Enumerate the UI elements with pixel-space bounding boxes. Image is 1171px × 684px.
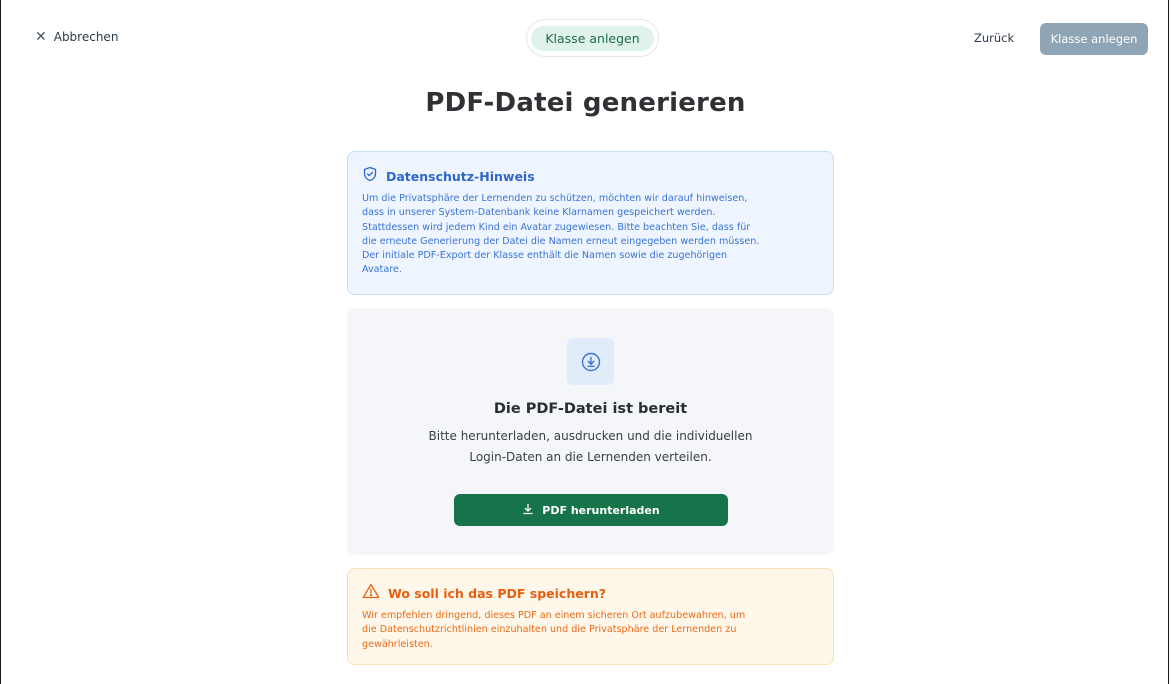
pdf-ready-card: Die PDF-Datei ist bereit Bitte herunterl… — [347, 308, 834, 555]
app-frame: ✕ Abbrechen Klasse anlegen Zurück Klasse… — [0, 0, 1169, 684]
privacy-line: Der initiale PDF-Export der Klasse enthä… — [362, 250, 728, 262]
privacy-line: dass in unserer System-Datenbank keine K… — [362, 207, 716, 219]
privacy-notice-text: Um die Privatsphäre der Lernenden zu sch… — [362, 192, 819, 278]
pdf-ready-title: Die PDF-Datei ist bereit — [493, 401, 688, 417]
privacy-line: Avatare. — [362, 264, 402, 276]
page-title: PDF-Datei generieren — [425, 88, 746, 118]
privacy-notice-title: Datenschutz-Hinweis — [386, 168, 535, 184]
close-icon: ✕ — [35, 29, 47, 45]
pdf-ready-desc-line: Login-Daten an die Lernenden verteilen. — [469, 450, 712, 464]
step-indicator: Klasse anlegen — [526, 19, 659, 57]
storage-warning-title: Wo soll ich das PDF speichern? — [388, 585, 607, 601]
step-label: Klasse anlegen — [531, 25, 654, 51]
download-pdf-button[interactable]: PDF herunterladen — [454, 494, 728, 526]
pdf-ready-desc-line: Bitte herunterladen, ausdrucken und die … — [428, 429, 753, 443]
top-bar: ✕ Abbrechen Klasse anlegen Zurück Klasse… — [1, 0, 1168, 80]
shield-check-icon — [362, 166, 378, 186]
cancel-button[interactable]: ✕ Abbrechen — [35, 30, 118, 44]
download-icon — [522, 503, 534, 518]
storage-warning-text: Wir empfehlen dringend, dieses PDF an ei… — [362, 609, 819, 652]
pdf-ready-description: Bitte herunterladen, ausdrucken und die … — [407, 426, 774, 468]
storage-warning: Wo soll ich das PDF speichern? Wir empfe… — [347, 568, 834, 665]
warning-line: gewährleisten. — [362, 638, 433, 650]
warning-line: die Datenschutzrichtlinien einzuhalten u… — [362, 624, 737, 636]
download-circle-icon — [567, 338, 614, 385]
create-class-button[interactable]: Klasse anlegen — [1040, 23, 1148, 55]
warning-line: Wir empfehlen dringend, dieses PDF an ei… — [362, 610, 746, 621]
download-pdf-label: PDF herunterladen — [542, 503, 660, 517]
back-button[interactable]: Zurück — [974, 31, 1014, 45]
privacy-line: Um die Privatsphäre der Lernenden zu sch… — [362, 193, 748, 204]
cancel-label: Abbrechen — [53, 30, 119, 44]
privacy-line: die erneute Generierung der Datei die Na… — [362, 235, 760, 247]
privacy-line: Stattdessen wird jedem Kind ein Avatar z… — [362, 221, 751, 233]
warning-triangle-icon — [362, 583, 380, 603]
privacy-notice: Datenschutz-Hinweis Um die Privatsphäre … — [347, 151, 834, 295]
